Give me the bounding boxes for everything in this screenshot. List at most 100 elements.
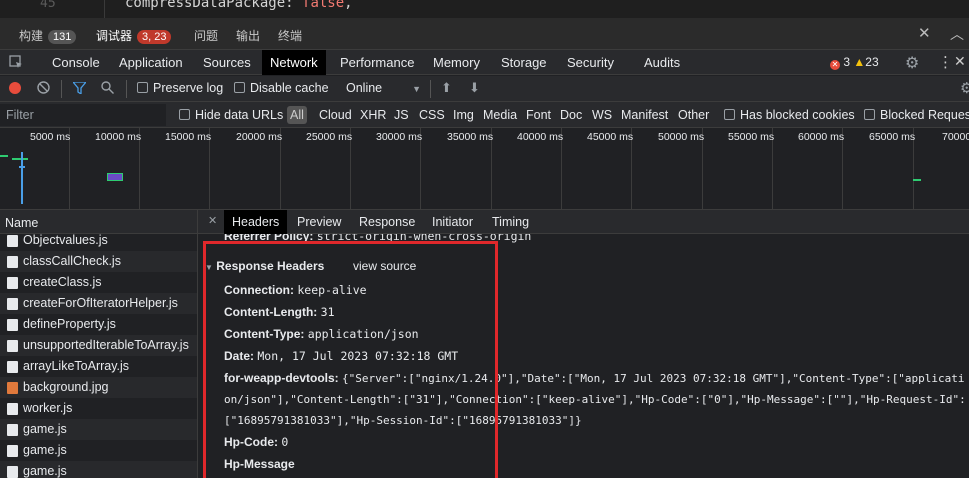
- tab-timing[interactable]: Timing: [484, 210, 537, 234]
- issue-counter[interactable]: ✕ 3 ▲23: [830, 55, 879, 70]
- view-source-link[interactable]: view source: [353, 259, 416, 273]
- type-filter-font[interactable]: Font: [526, 108, 551, 122]
- throttling-select[interactable]: Online ▼: [346, 81, 421, 95]
- timeline-tick: 5000 ms: [30, 131, 71, 143]
- type-filter-img[interactable]: Img: [453, 108, 474, 122]
- gutter-divider: [104, 0, 105, 18]
- debugger-count-badge: 3, 23: [137, 30, 172, 44]
- js-file-icon: [7, 340, 18, 352]
- list-item[interactable]: createForOfIteratorHelper.js: [0, 293, 197, 314]
- tab-network[interactable]: Network: [262, 50, 326, 75]
- code-text: compressDataPackage: false,: [125, 0, 353, 11]
- close-devtools-icon[interactable]: ✕: [954, 53, 966, 70]
- panel-tab-debugger[interactable]: 调试器 3, 23: [96, 27, 172, 44]
- image-file-icon: [7, 382, 18, 394]
- tab-sources[interactable]: Sources: [195, 50, 259, 75]
- tab-console[interactable]: Console: [44, 50, 108, 75]
- filter-input[interactable]: Filter: [0, 104, 166, 126]
- timeline-request-bar: [19, 166, 25, 168]
- timeline-tick: 70000: [942, 131, 969, 143]
- list-item[interactable]: defineProperty.js: [0, 314, 197, 335]
- timeline-tick: 50000 ms: [658, 131, 705, 143]
- panel-tab-output[interactable]: 输出: [236, 27, 260, 44]
- tab-audits[interactable]: Audits: [636, 50, 688, 75]
- search-icon[interactable]: [101, 81, 114, 97]
- header-row-continuation: ["16895791381033"],"Hp-Session-Id":["168…: [224, 414, 582, 427]
- type-filter-cloud[interactable]: Cloud: [319, 108, 352, 122]
- import-har-icon[interactable]: ⬆: [441, 80, 452, 96]
- panel-tab-problems[interactable]: 问题: [194, 27, 218, 44]
- dropdown-arrow-icon: ▼: [412, 84, 422, 94]
- tab-headers[interactable]: Headers: [224, 210, 288, 234]
- list-item[interactable]: game.js: [0, 419, 197, 440]
- disable-cache-checkbox[interactable]: Disable cache: [234, 81, 329, 95]
- js-file-icon: [7, 319, 18, 331]
- type-filter-media[interactable]: Media: [483, 108, 517, 122]
- type-filter-manifest[interactable]: Manifest: [621, 108, 668, 122]
- filter-icon[interactable]: [71, 81, 88, 97]
- list-item[interactable]: Objectvalues.js: [0, 234, 197, 251]
- close-icon[interactable]: ✕: [918, 24, 931, 42]
- header-row: for-weapp-devtools: {"Server":["nginx/1.…: [224, 371, 965, 385]
- timeline-request-bar: [21, 152, 23, 204]
- request-detail-tabs: ✕ Headers Preview Response Initiator Tim…: [198, 210, 969, 234]
- header-row: Connection: keep-alive: [224, 283, 367, 297]
- chevron-up-icon[interactable]: ︿: [950, 24, 964, 44]
- preserve-log-checkbox[interactable]: Preserve log: [137, 81, 223, 95]
- tab-security[interactable]: Security: [559, 50, 622, 75]
- timeline-overview[interactable]: 5000 ms 10000 ms 15000 ms 20000 ms 25000…: [0, 128, 969, 210]
- referrer-policy-row: Referrer Policy: strict-origin-when-cros…: [224, 234, 532, 243]
- type-filter-css[interactable]: CSS: [419, 108, 445, 122]
- js-file-icon: [7, 424, 18, 436]
- js-file-icon: [7, 235, 18, 247]
- tab-application[interactable]: Application: [111, 50, 191, 75]
- list-item[interactable]: worker.js: [0, 398, 197, 419]
- hide-data-urls-checkbox[interactable]: Hide data URLs: [179, 108, 283, 122]
- collapse-triangle-icon[interactable]: ▼: [205, 263, 213, 272]
- tab-preview[interactable]: Preview: [289, 210, 349, 234]
- type-filter-doc[interactable]: Doc: [560, 108, 582, 122]
- list-item[interactable]: background.jpg: [0, 377, 197, 398]
- tab-memory[interactable]: Memory: [425, 50, 488, 75]
- list-item[interactable]: classCallCheck.js: [0, 251, 197, 272]
- tab-initiator[interactable]: Initiator: [424, 210, 481, 234]
- response-headers-section[interactable]: ▼ Response Headers: [205, 259, 324, 273]
- timeline-request-bar: [107, 173, 123, 181]
- type-filter-js[interactable]: JS: [394, 108, 409, 122]
- more-vertical-icon[interactable]: ⋮: [938, 53, 953, 71]
- error-icon: ✕: [830, 60, 840, 70]
- type-filter-xhr[interactable]: XHR: [360, 108, 386, 122]
- header-row: Hp-Message: [224, 457, 295, 471]
- clear-icon[interactable]: [37, 81, 50, 97]
- blocked-requests-checkbox[interactable]: Blocked Requests: [864, 108, 969, 122]
- record-icon[interactable]: [9, 82, 21, 97]
- header-row: Content-Type: application/json: [224, 327, 419, 341]
- tab-performance[interactable]: Performance: [332, 50, 422, 75]
- error-count: 3: [843, 55, 851, 69]
- export-har-icon[interactable]: ⬇: [469, 80, 480, 96]
- tab-response[interactable]: Response: [351, 210, 423, 234]
- tab-storage[interactable]: Storage: [493, 50, 555, 75]
- inspect-element-icon[interactable]: [9, 55, 23, 72]
- has-blocked-cookies-checkbox[interactable]: Has blocked cookies: [724, 108, 855, 122]
- type-filter-other[interactable]: Other: [678, 108, 709, 122]
- js-file-icon: [7, 445, 18, 457]
- close-detail-icon[interactable]: ✕: [208, 214, 217, 227]
- header-row-continuation: on/json"],"Content-Length":["31"],"Conne…: [224, 393, 966, 406]
- section-title: Response Headers: [216, 259, 325, 273]
- settings-gear-icon[interactable]: ⚙: [905, 53, 919, 73]
- type-filter-ws[interactable]: WS: [592, 108, 612, 122]
- list-item[interactable]: createClass.js: [0, 272, 197, 293]
- js-file-icon: [7, 403, 18, 415]
- list-item[interactable]: unsupportedIterableToArray.js: [0, 335, 197, 356]
- warning-icon: ▲: [853, 55, 866, 69]
- list-item[interactable]: arrayLikeToArray.js: [0, 356, 197, 377]
- network-settings-icon[interactable]: ⚙: [960, 79, 969, 97]
- name-column-header[interactable]: Name: [0, 210, 198, 234]
- type-filter-all[interactable]: All: [287, 106, 307, 124]
- timeline-tick: 15000 ms: [165, 131, 212, 143]
- list-item[interactable]: game.js: [0, 440, 197, 461]
- panel-tab-terminal[interactable]: 终端: [278, 27, 302, 44]
- list-item[interactable]: game.js: [0, 461, 197, 478]
- panel-tab-build[interactable]: 构建 131: [19, 27, 77, 44]
